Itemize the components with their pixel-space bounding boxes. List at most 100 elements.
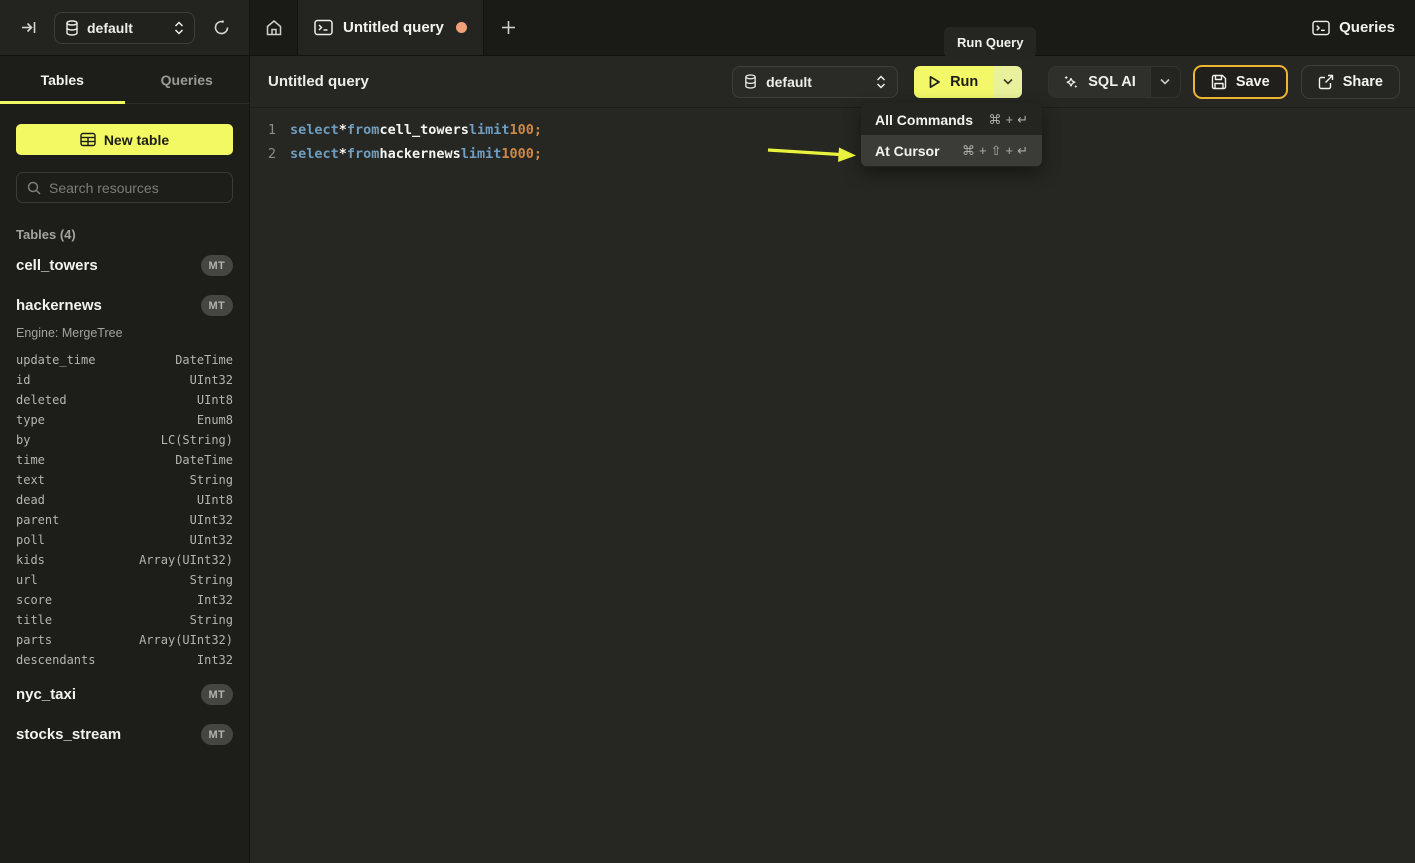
engine-badge: MT [201,295,233,316]
tab-title: Untitled query [343,19,446,36]
plus-icon [501,20,516,35]
sql-token-num: ; [534,142,542,166]
topbar-spacer [532,0,1292,55]
share-button[interactable]: Share [1301,65,1400,99]
new-tab-button[interactable] [484,0,532,55]
column-name: parts [16,633,52,647]
table-row-cell-towers[interactable]: cell_towers MT [16,249,233,282]
engine-badge: MT [201,724,233,745]
sql-token-kw: limit [469,118,510,142]
column-row[interactable]: pollUInt32 [16,530,233,550]
column-row[interactable]: deleted UInt8 [16,390,233,410]
line-number: 2 [250,142,276,166]
queries-button[interactable]: Queries [1292,0,1415,55]
column-name: deleted [16,393,67,407]
column-type: String [190,473,233,487]
column-name: id [16,373,30,387]
column-row[interactable]: parentUInt32 [16,510,233,530]
sql-ai-label: SQL AI [1088,74,1136,90]
column-name: dead [16,493,45,507]
column-row[interactable]: partsArray(UInt32) [16,630,233,650]
queries-terminal-icon [1312,20,1330,36]
query-toolbar: Untitled query default [250,56,1415,108]
tables-section-label: Tables (4) [16,227,249,242]
toolbar-database-value: default [766,74,867,90]
column-row[interactable]: descendantsInt32 [16,650,233,670]
sql-token-kw: from [347,118,380,142]
column-type: String [190,573,233,587]
column-type: UInt8 [197,493,233,507]
search-resources-input[interactable] [49,180,230,196]
column-type: Array(UInt32) [139,553,233,567]
refresh-icon[interactable] [207,14,235,42]
column-row[interactable]: update_timeDateTime [16,350,233,370]
table-name: cell_towers [16,257,98,274]
column-row[interactable]: dead UInt8 [16,490,233,510]
home-tab-button[interactable] [250,0,298,55]
sql-ai-options-caret[interactable] [1150,67,1180,97]
sql-token-kw: from [347,142,380,166]
home-icon [265,19,283,37]
table-row-nyc-taxi[interactable]: nyc_taxi MT [16,678,233,711]
tab-untitled-query[interactable]: Untitled query [298,0,484,55]
column-row[interactable]: id UInt32 [16,370,233,390]
toolbar-database-selector[interactable]: default [732,66,898,98]
topbar-database-value: default [87,20,166,36]
column-row[interactable]: byLC(String) [16,430,233,450]
column-type: UInt32 [190,373,233,387]
main-area: Untitled query default [250,56,1415,863]
collapse-sidebar-icon[interactable] [14,14,42,42]
topbar-database-selector[interactable]: default [54,12,195,44]
updown-chevron-icon [174,21,184,35]
table-row-hackernews[interactable]: hackernews MT [16,289,233,322]
sql-token-id: cell_towers [379,118,468,142]
sidebar-tab-queries-label: Queries [161,72,213,88]
new-table-label: New table [104,132,169,148]
new-table-button[interactable]: New table [16,124,233,155]
menu-item-label: All Commands [875,112,973,128]
search-resources-box[interactable] [16,172,233,203]
code-line[interactable]: 2select * from hackernews limit 1000; [250,142,1415,166]
sql-token-op: * [339,142,347,166]
column-name: update_time [16,353,95,367]
engine-badge: MT [201,255,233,276]
menu-item-all-commands[interactable]: All Commands⌘+↵ [861,104,1042,135]
column-name: type [16,413,45,427]
column-row[interactable]: timeDateTime [16,450,233,470]
column-row[interactable]: kidsArray(UInt32) [16,550,233,570]
menu-item-shortcut: ⌘+⇧+↵ [962,143,1028,159]
column-name: score [16,593,52,607]
column-name: descendants [16,653,95,667]
column-row[interactable]: titleString [16,610,233,630]
save-button[interactable]: Save [1193,65,1288,99]
column-row[interactable]: text String [16,470,233,490]
column-row[interactable]: score Int32 [16,590,233,610]
sql-token-id: hackernews [379,142,460,166]
query-title: Untitled query [268,73,369,90]
sidebar-tab-tables[interactable]: Tables [0,56,125,103]
sql-token-num: 100 [509,118,533,142]
column-type: UInt32 [190,513,233,527]
plus-separator: + [979,143,987,158]
run-button[interactable]: Run [914,66,994,98]
column-type: UInt32 [190,533,233,547]
run-query-tooltip-label: Run Query [957,35,1023,50]
run-options-menu: All Commands⌘+↵At Cursor⌘+⇧+↵ [861,103,1042,167]
sql-ai-button[interactable]: SQL AI [1049,67,1150,97]
column-type: UInt8 [197,393,233,407]
sql-editor[interactable]: 1select * from cell_towers limit 100;2se… [250,108,1415,166]
code-line[interactable]: 1select * from cell_towers limit 100; [250,118,1415,142]
shortcut-key-icon: ↵ [1017,143,1028,159]
run-query-tooltip: Run Query [944,27,1036,58]
column-type: Int32 [197,593,233,607]
run-split-button: Run [914,66,1022,98]
sidebar-tab-queries[interactable]: Queries [125,56,250,103]
table-row-stocks-stream[interactable]: stocks_stream MT [16,718,233,751]
column-row[interactable]: urlString [16,570,233,590]
run-options-caret[interactable] [994,66,1022,98]
column-row[interactable]: typeEnum8 [16,410,233,430]
save-label: Save [1236,74,1270,90]
column-name: text [16,473,45,487]
menu-item-at-cursor[interactable]: At Cursor⌘+⇧+↵ [861,135,1042,166]
sparkles-icon [1063,74,1079,90]
